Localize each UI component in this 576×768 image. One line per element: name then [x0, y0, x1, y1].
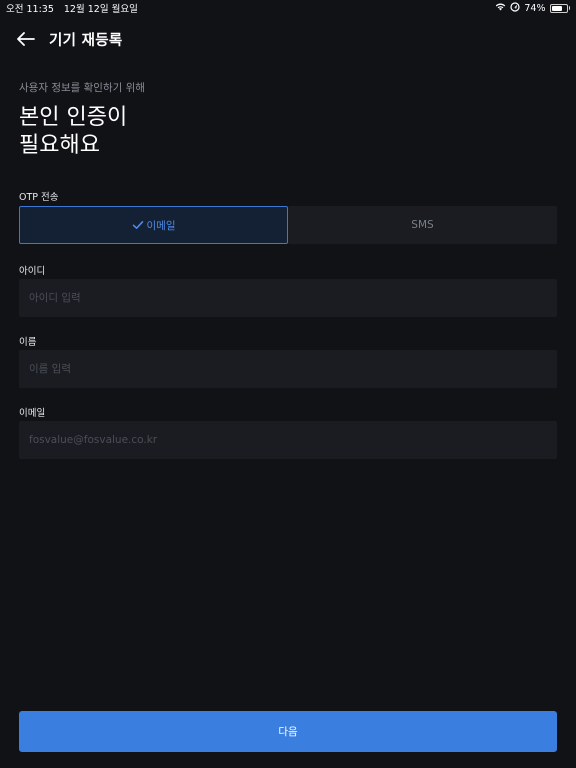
name-label: 이름: [19, 337, 37, 348]
arrow-left-icon: [17, 32, 35, 46]
wifi-icon: [495, 2, 506, 14]
status-left: 오전 11:35 12월 12일 월요일: [6, 1, 138, 15]
location-icon: [510, 1, 520, 15]
page-title: 기기 재등록: [49, 32, 123, 49]
name-input[interactable]: [19, 350, 557, 388]
otp-option-sms[interactable]: SMS: [288, 206, 557, 244]
otp-option-email-label: 이메일: [146, 219, 176, 232]
nav-bar: 기기 재등록: [0, 22, 576, 56]
id-input[interactable]: [19, 279, 557, 317]
check-icon: [132, 221, 143, 229]
otp-label: OTP 전송: [19, 192, 59, 203]
status-bar: 오전 11:35 12월 12일 월요일 74%: [0, 0, 576, 16]
next-button[interactable]: 다음: [19, 711, 557, 752]
otp-method-selector: 이메일 SMS: [19, 206, 557, 244]
battery-percent: 74%: [524, 2, 546, 14]
otp-option-sms-label: SMS: [411, 219, 434, 231]
headline-line-2: 필요해요: [19, 133, 100, 158]
headline: 본인 인증이 필요해요: [19, 104, 127, 160]
email-label: 이메일: [19, 408, 46, 419]
email-input[interactable]: [19, 421, 557, 459]
status-right: 74%: [495, 1, 570, 15]
status-date: 12월 12일 월요일: [63, 4, 138, 15]
id-label: 아이디: [19, 266, 46, 277]
battery-icon: [549, 3, 570, 13]
back-button[interactable]: [15, 28, 37, 50]
headline-line-1: 본인 인증이: [19, 105, 128, 130]
subtitle: 사용자 정보를 확인하기 위해: [19, 82, 145, 94]
status-time: 오전 11:35: [6, 4, 54, 15]
otp-option-email[interactable]: 이메일: [19, 206, 288, 244]
